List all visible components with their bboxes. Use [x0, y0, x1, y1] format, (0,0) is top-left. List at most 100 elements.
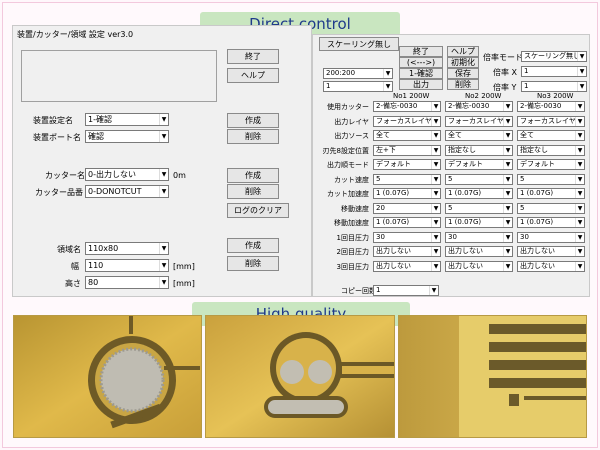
row-value-select[interactable]: 1 (0.07G) ▼ — [373, 188, 441, 199]
cutter-part-select[interactable]: 0-DONOTCUT ▼ — [85, 185, 169, 198]
row-value-select[interactable]: 5 ▼ — [517, 203, 585, 214]
row-value-select[interactable]: フォーカスレイヤ ▼ — [373, 116, 441, 127]
save-button[interactable]: 保存 — [447, 68, 479, 79]
chevron-down-icon: ▼ — [159, 169, 168, 180]
init-button[interactable]: 初期化 — [447, 57, 479, 68]
row-value-select[interactable]: 出力しない ▼ — [373, 246, 441, 257]
row-value-select[interactable]: 2-備忘-0030 ▼ — [517, 101, 585, 112]
row-value-select[interactable]: デフォルト ▼ — [517, 159, 585, 170]
chevron-down-icon: ▼ — [503, 218, 512, 227]
confirm-button[interactable]: 1-確認 — [399, 68, 443, 79]
row-value-select[interactable]: 指定なし ▼ — [517, 145, 585, 156]
row-value-select[interactable]: 全て ▼ — [445, 130, 513, 141]
chevron-down-icon: ▼ — [577, 67, 586, 76]
row-value-select[interactable]: 1 (0.07G) ▼ — [517, 188, 585, 199]
row-value-select[interactable]: デフォルト ▼ — [373, 159, 441, 170]
device-port-select[interactable]: 確認 ▼ — [85, 130, 169, 143]
column-header-1: No1 200W — [393, 92, 430, 100]
chevron-down-icon: ▼ — [431, 146, 440, 155]
delete-button[interactable]: 削除 — [447, 79, 479, 90]
row-value-select[interactable]: 30 ▼ — [373, 232, 441, 243]
row-value-select[interactable]: 出力しない ▼ — [373, 261, 441, 272]
area-create-button[interactable]: 作成 — [227, 238, 279, 253]
size-select[interactable]: 200:200 ▼ — [323, 68, 393, 79]
row-value-select[interactable]: 左+下 ▼ — [373, 145, 441, 156]
device-settings-label: 装置設定名 — [33, 116, 73, 125]
chevron-down-icon: ▼ — [431, 218, 440, 227]
row-value-select[interactable]: 5 ▼ — [373, 174, 441, 185]
row-value-select[interactable]: 1 (0.07G) ▼ — [373, 217, 441, 228]
height-select[interactable]: 80 ▼ — [85, 276, 169, 289]
column-header-2: No2 200W — [465, 92, 502, 100]
chevron-down-icon: ▼ — [159, 131, 168, 142]
chevron-down-icon: ▼ — [575, 218, 584, 227]
width-unit: [mm] — [173, 262, 195, 271]
row-value-select[interactable]: フォーカスレイヤ ▼ — [517, 116, 585, 127]
exit-button[interactable]: 終了 — [227, 49, 279, 64]
row-value-select[interactable]: 20 ▼ — [373, 203, 441, 214]
chevron-down-icon: ▼ — [503, 204, 512, 213]
chevron-down-icon: ▼ — [159, 260, 168, 271]
chevron-down-icon: ▼ — [431, 117, 440, 126]
row-value-select[interactable]: 1 (0.07G) ▼ — [445, 217, 513, 228]
row-value-select[interactable]: 5 ▼ — [517, 174, 585, 185]
cutter-create-button[interactable]: 作成 — [227, 168, 279, 183]
chevron-down-icon: ▼ — [575, 262, 584, 271]
help-button[interactable]: ヘルプ — [227, 68, 279, 83]
preview-panel — [21, 50, 217, 102]
copy-count-select[interactable]: 1 ▼ — [373, 285, 439, 296]
row-label: カット加速度 — [327, 190, 369, 198]
row-value-select[interactable]: 1 (0.07G) ▼ — [445, 188, 513, 199]
row-label: 移動速度 — [341, 205, 369, 213]
chevron-down-icon: ▼ — [577, 82, 586, 91]
chevron-down-icon: ▼ — [159, 186, 168, 197]
clear-log-button[interactable]: ログのクリア — [227, 203, 289, 218]
row-value-select[interactable]: 30 ▼ — [445, 232, 513, 243]
row-value-select[interactable]: フォーカスレイヤ ▼ — [445, 116, 513, 127]
area-name-select[interactable]: 110x80 ▼ — [85, 242, 169, 255]
row-value-select[interactable]: 2-備忘-0030 ▼ — [373, 101, 441, 112]
row-value-select[interactable]: 全て ▼ — [373, 130, 441, 141]
height-label: 高さ — [65, 279, 81, 288]
row-value-select[interactable]: デフォルト ▼ — [445, 159, 513, 170]
row-value-select[interactable]: 出力しない ▼ — [445, 261, 513, 272]
output-button[interactable]: 出力 — [399, 79, 443, 90]
row-value-select[interactable]: 5 ▼ — [445, 174, 513, 185]
area-delete-button[interactable]: 削除 — [227, 256, 279, 271]
row-value-select[interactable]: 30 ▼ — [517, 232, 585, 243]
chevron-down-icon: ▼ — [575, 233, 584, 242]
cut-sample-photo-1 — [13, 315, 202, 438]
device-create-button[interactable]: 作成 — [227, 113, 279, 128]
chevron-down-icon: ▼ — [575, 175, 584, 184]
row-value-select[interactable]: 出力しない ▼ — [517, 261, 585, 272]
arrows-button[interactable]: (<--->) — [399, 57, 443, 68]
row-value-select[interactable]: 指定なし ▼ — [445, 145, 513, 156]
row-value-select[interactable]: 出力しない ▼ — [445, 246, 513, 257]
row-value-select[interactable]: 出力しない ▼ — [517, 246, 585, 257]
cutter-delete-button[interactable]: 削除 — [227, 184, 279, 199]
row-value-select[interactable]: 全て ▼ — [517, 130, 585, 141]
row-value-select[interactable]: 5 ▼ — [445, 203, 513, 214]
row-label: 移動加速度 — [334, 219, 369, 227]
device-cutter-area-settings-window: 装置/カッター/領域 設定 ver3.0 終了 ヘルプ 装置設定名 1-確認 ▼ … — [12, 25, 312, 297]
output-settings-window: スケーリング無し 200:200 ▼ 1 ▼ 終了 (<--->) 1-確認 出力 … — [312, 34, 590, 297]
cutter-name-select[interactable]: 0-出力しない ▼ — [85, 168, 169, 181]
small-value-select[interactable]: 1 ▼ — [323, 81, 393, 92]
chevron-down-icon: ▼ — [575, 204, 584, 213]
exit-button[interactable]: 終了 — [399, 46, 443, 57]
cutter-part-label: カッター品番 — [35, 188, 83, 197]
help-button[interactable]: ヘルプ — [447, 46, 479, 57]
row-label: 2回目圧力 — [336, 248, 369, 256]
chevron-down-icon: ▼ — [575, 247, 584, 256]
scale-y-select[interactable]: 1 ▼ — [521, 81, 587, 92]
row-label: 出力順モード — [327, 161, 369, 169]
scale-x-select[interactable]: 1 ▼ — [521, 66, 587, 77]
row-value-select[interactable]: 2-備忘-0030 ▼ — [445, 101, 513, 112]
device-settings-select[interactable]: 1-確認 ▼ — [85, 113, 169, 126]
width-select[interactable]: 110 ▼ — [85, 259, 169, 272]
scaling-button[interactable]: スケーリング無し — [319, 37, 399, 51]
row-value-select[interactable]: 1 (0.07G) ▼ — [517, 217, 585, 228]
scale-mode-select[interactable]: スケーリング無し ▼ — [521, 51, 587, 62]
device-delete-button[interactable]: 削除 — [227, 129, 279, 144]
chevron-down-icon: ▼ — [503, 262, 512, 271]
